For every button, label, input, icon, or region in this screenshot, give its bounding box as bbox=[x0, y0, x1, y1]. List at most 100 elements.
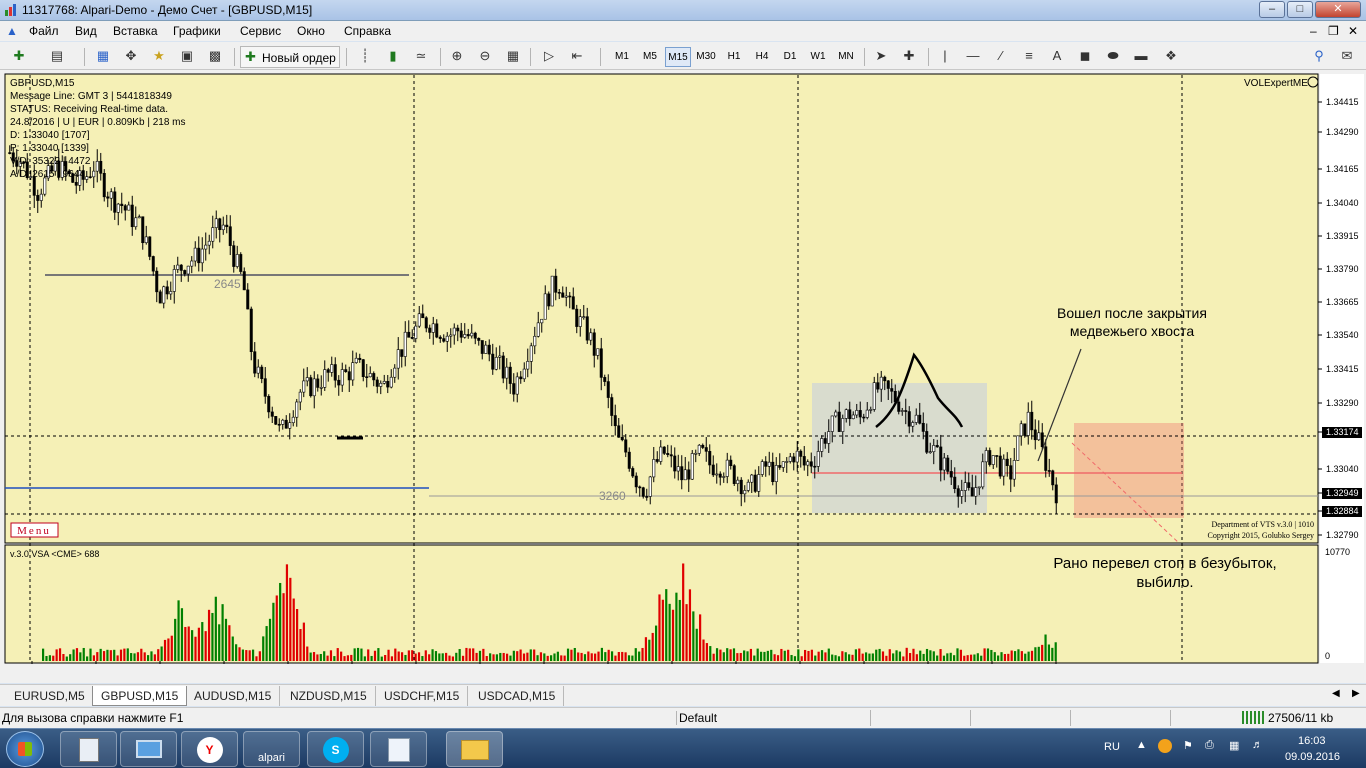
timeframe-h4[interactable]: H4 bbox=[749, 47, 775, 67]
zoom-out-icon[interactable]: ⊖ bbox=[474, 46, 496, 68]
timeframe-m15[interactable]: M15 bbox=[665, 47, 691, 67]
tab-nzdusd[interactable]: NZDUSD,M15 bbox=[282, 686, 376, 706]
volume-bar bbox=[248, 650, 251, 661]
network-icon[interactable]: ▦ bbox=[1229, 739, 1239, 752]
tab-gbpusd[interactable]: GBPUSD,M15 bbox=[92, 686, 188, 706]
candle-body bbox=[463, 334, 467, 338]
toolbar-separator bbox=[346, 48, 347, 66]
zoom-in-icon[interactable]: ⊕ bbox=[446, 46, 468, 68]
volume-bar bbox=[150, 651, 153, 661]
candle-body bbox=[176, 264, 180, 270]
clock-date[interactable]: 09.09.2016 bbox=[1285, 751, 1340, 763]
menu-help[interactable]: Справка bbox=[344, 24, 391, 38]
menu-file[interactable]: Файл bbox=[29, 24, 59, 38]
candle-body bbox=[158, 291, 162, 304]
tester-icon[interactable]: ▩ bbox=[204, 46, 226, 68]
line-chart-icon[interactable]: ≃ bbox=[410, 46, 432, 68]
clock-time[interactable]: 16:03 bbox=[1298, 735, 1326, 747]
market-watch-icon[interactable]: ▦ bbox=[92, 46, 114, 68]
menu-charts[interactable]: Графики bbox=[173, 24, 221, 38]
candle-body bbox=[445, 335, 449, 342]
bar-chart-icon[interactable]: ┊ bbox=[354, 46, 376, 68]
menu-view[interactable]: Вид bbox=[75, 24, 97, 38]
mdi-close-button[interactable]: ✕ bbox=[1348, 24, 1358, 38]
tray-expand-icon[interactable]: ▲ bbox=[1136, 739, 1147, 751]
search-icon[interactable]: ⚲ bbox=[1308, 46, 1330, 68]
timeframe-h1[interactable]: H1 bbox=[721, 47, 747, 67]
timeframe-m30[interactable]: M30 bbox=[693, 47, 719, 67]
flag-icon[interactable]: ⚑ bbox=[1183, 739, 1193, 752]
chart-shift-icon[interactable]: ⇤ bbox=[566, 46, 588, 68]
taskbar-computer[interactable] bbox=[120, 731, 177, 767]
volume-icon[interactable]: ♬ bbox=[1252, 739, 1263, 751]
candle-chart-icon[interactable]: ▮ bbox=[382, 46, 404, 68]
tab-eurusd[interactable]: EURUSD,M5 bbox=[6, 686, 94, 706]
navigator-icon[interactable]: ✥ bbox=[120, 46, 142, 68]
tab-audusd[interactable]: AUDUSD,M15 bbox=[186, 686, 281, 706]
volume-bar bbox=[445, 652, 448, 661]
volume-bar bbox=[553, 653, 556, 661]
ellipse-icon[interactable]: ⬬ bbox=[1102, 46, 1124, 68]
taskbar-calculator[interactable] bbox=[60, 731, 117, 767]
candle-body bbox=[715, 473, 719, 476]
timeframe-m1[interactable]: M1 bbox=[609, 47, 635, 67]
minimize-button[interactable]: – bbox=[1259, 1, 1285, 18]
tile-windows-icon[interactable]: ▦ bbox=[502, 46, 524, 68]
taskbar-explorer[interactable] bbox=[446, 731, 503, 767]
text-icon[interactable]: A bbox=[1046, 46, 1068, 68]
tab-usdcad[interactable]: USDCAD,M15 bbox=[470, 686, 565, 706]
timeframe-d1[interactable]: D1 bbox=[777, 47, 803, 67]
price-chart[interactable]: GBPUSD,M15 Message Line: GMT 3 | 5441818… bbox=[4, 73, 1366, 665]
candle-body bbox=[830, 415, 834, 432]
label-icon[interactable]: ◼ bbox=[1074, 46, 1096, 68]
rectangle-icon[interactable]: ▬ bbox=[1130, 46, 1152, 68]
menu-button[interactable]: Menu bbox=[10, 522, 59, 538]
tab-scroll-right[interactable]: ▶ bbox=[1352, 688, 1360, 699]
menu-icon-ea[interactable]: ▲ bbox=[6, 24, 18, 38]
menu-window[interactable]: Окно bbox=[297, 24, 325, 38]
volume-bar bbox=[577, 652, 580, 661]
favorites-icon[interactable]: ★ bbox=[148, 46, 170, 68]
volume-bar bbox=[326, 655, 329, 661]
vertical-line-icon[interactable]: | bbox=[934, 46, 956, 68]
new-chart-icon[interactable]: ✚ bbox=[8, 46, 30, 68]
channel-icon[interactable]: ≡ bbox=[1018, 46, 1040, 68]
more-tools-icon[interactable]: ❖ bbox=[1160, 46, 1182, 68]
profiles-icon[interactable]: ▤ bbox=[46, 46, 68, 68]
terminal-icon[interactable]: ▣ bbox=[176, 46, 198, 68]
taskbar-notepad[interactable] bbox=[370, 731, 427, 767]
new-order-button[interactable]: ✚ Новый ордер bbox=[240, 46, 340, 68]
volume-bar bbox=[654, 625, 658, 661]
language-indicator[interactable]: RU bbox=[1104, 741, 1120, 753]
candle-body bbox=[907, 411, 911, 427]
volume-bar bbox=[309, 652, 312, 661]
taskbar-yandex[interactable]: Y bbox=[181, 731, 238, 767]
volume-bar bbox=[461, 655, 465, 661]
tray-app-icon[interactable] bbox=[1158, 739, 1172, 753]
volume-bar bbox=[184, 626, 187, 661]
trendline-icon[interactable]: ∕ bbox=[990, 46, 1012, 68]
tab-scroll-left[interactable]: ◀ bbox=[1332, 688, 1340, 699]
maximize-button[interactable]: □ bbox=[1287, 1, 1313, 18]
crosshair-icon[interactable]: ✚ bbox=[898, 46, 920, 68]
mdi-restore-button[interactable]: ❐ bbox=[1328, 24, 1339, 38]
taskbar-skype[interactable]: S bbox=[307, 731, 364, 767]
timeframe-mn[interactable]: MN bbox=[833, 47, 859, 67]
mdi-minimize-button[interactable]: – bbox=[1310, 24, 1317, 38]
timeframe-m5[interactable]: M5 bbox=[637, 47, 663, 67]
chat-icon[interactable]: ✉ bbox=[1336, 46, 1358, 68]
candle-body bbox=[281, 419, 285, 425]
cursor-icon[interactable]: ➤ bbox=[870, 46, 892, 68]
menu-insert[interactable]: Вставка bbox=[113, 24, 158, 38]
tab-usdchf[interactable]: USDCHF,M15 bbox=[376, 686, 469, 706]
printer-icon[interactable]: ⎙ bbox=[1205, 739, 1214, 752]
candle-body bbox=[900, 410, 904, 412]
candle-body bbox=[256, 366, 260, 374]
autoscroll-icon[interactable]: ▷ bbox=[538, 46, 560, 68]
timeframe-w1[interactable]: W1 bbox=[805, 47, 831, 67]
candle-body bbox=[466, 334, 470, 337]
menu-tools[interactable]: Сервис bbox=[240, 24, 281, 38]
taskbar-alpari[interactable]: alpari bbox=[243, 731, 300, 767]
close-button[interactable]: ✕ bbox=[1315, 1, 1361, 18]
horizontal-line-icon[interactable]: — bbox=[962, 46, 984, 68]
